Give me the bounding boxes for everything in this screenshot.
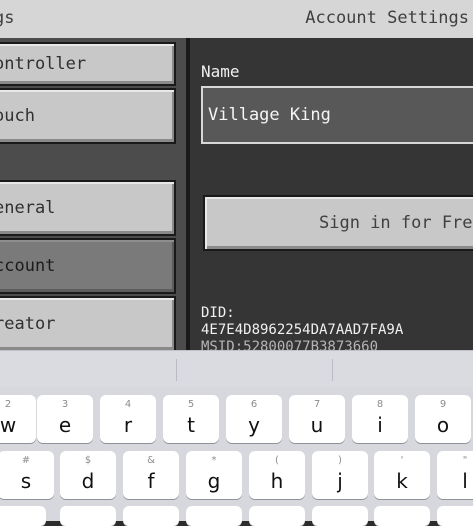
key-char: r <box>123 413 133 437</box>
key-g[interactable]: * g <box>186 451 242 499</box>
key-hint: " <box>462 455 468 466</box>
key-hint: ( <box>275 455 279 466</box>
sidebar-item-label: ontroller <box>0 54 87 74</box>
name-input-value: Village King <box>208 105 331 125</box>
key-char: h <box>270 469 284 493</box>
suggestion-divider <box>176 359 177 381</box>
key-char: o <box>436 413 450 437</box>
key-hint: 3 <box>61 399 69 410</box>
key-char: f <box>147 469 155 493</box>
account-panel <box>190 38 473 350</box>
key-i[interactable]: 8 i <box>352 395 408 443</box>
did-label: DID: <box>201 305 235 321</box>
key-hint: ' <box>400 455 404 466</box>
key-partial[interactable] <box>60 506 116 526</box>
sidebar-item-label: eneral <box>0 198 56 218</box>
key-char: g <box>207 469 221 493</box>
sidebar-item-controller[interactable]: ontroller <box>0 42 176 86</box>
key-f[interactable]: & f <box>123 451 179 499</box>
key-partial[interactable] <box>123 506 179 526</box>
sidebar-item-label: ccount <box>0 256 56 276</box>
key-hint: 4 <box>124 399 132 410</box>
key-o[interactable]: 9 o <box>415 395 471 443</box>
key-hint: 6 <box>250 399 258 410</box>
key-partial[interactable] <box>0 506 46 526</box>
key-partial[interactable] <box>312 506 368 526</box>
key-t[interactable]: 5 t <box>163 395 219 443</box>
key-char: s <box>20 469 32 493</box>
did-value: 4E7E4D8962254DA7AAD7FA9A <box>201 322 404 338</box>
key-char: i <box>377 413 383 437</box>
key-char: d <box>81 469 95 493</box>
key-partial[interactable] <box>249 506 305 526</box>
key-char: k <box>396 469 408 493</box>
sidebar-item-touch[interactable]: ouch <box>0 88 176 144</box>
key-e[interactable]: 3 e <box>37 395 93 443</box>
page-title: Account Settings <box>305 8 469 28</box>
name-label: Name <box>201 62 240 81</box>
key-w[interactable]: 2 w <box>0 395 36 443</box>
key-hint: * <box>211 455 217 466</box>
key-d[interactable]: $ d <box>60 451 116 499</box>
key-hint: 8 <box>376 399 384 410</box>
key-hint: 7 <box>313 399 321 410</box>
key-hint: 9 <box>439 399 447 410</box>
key-partial[interactable] <box>437 506 473 526</box>
key-char: j <box>337 469 343 493</box>
key-char: l <box>462 469 468 493</box>
device-id-block: DID: 4E7E4D8962254DA7AAD7FA9A MSID:52800… <box>201 305 403 356</box>
key-hint: # <box>21 455 31 466</box>
sidebar-item-general[interactable]: eneral <box>0 180 176 236</box>
key-y[interactable]: 6 y <box>226 395 282 443</box>
key-char: y <box>248 413 260 437</box>
key-u[interactable]: 7 u <box>289 395 345 443</box>
key-hint: $ <box>84 455 92 466</box>
suggestion-divider <box>332 359 333 381</box>
key-l[interactable]: " l <box>437 451 473 499</box>
key-r[interactable]: 4 r <box>100 395 156 443</box>
top-bar: gs Account Settings <box>0 0 473 38</box>
sidebar-item-account[interactable]: ccount <box>0 238 176 294</box>
key-k[interactable]: ' k <box>374 451 430 499</box>
key-j[interactable]: ) j <box>312 451 368 499</box>
key-h[interactable]: ( h <box>249 451 305 499</box>
sign-in-button-label: Sign in for Free <box>319 213 473 233</box>
key-char: t <box>187 413 195 437</box>
key-partial[interactable] <box>374 506 430 526</box>
sidebar-item-creator[interactable]: reator <box>0 296 176 352</box>
name-input[interactable]: Village King <box>201 86 473 144</box>
sidebar-item-label: reator <box>0 314 56 334</box>
back-button-label[interactable]: gs <box>0 8 14 28</box>
key-char: w <box>0 413 17 437</box>
key-s[interactable]: # s <box>0 451 54 499</box>
sidebar-item-label: ouch <box>0 106 35 126</box>
key-hint: & <box>147 455 155 466</box>
key-partial[interactable] <box>186 506 242 526</box>
sign-in-button[interactable]: Sign in for Free <box>203 195 473 251</box>
suggestion-bar <box>0 351 473 387</box>
key-char: e <box>58 413 72 437</box>
key-hint: 2 <box>4 399 12 410</box>
key-char: u <box>310 413 324 437</box>
key-hint: ) <box>338 455 342 466</box>
key-hint: 5 <box>187 399 195 410</box>
